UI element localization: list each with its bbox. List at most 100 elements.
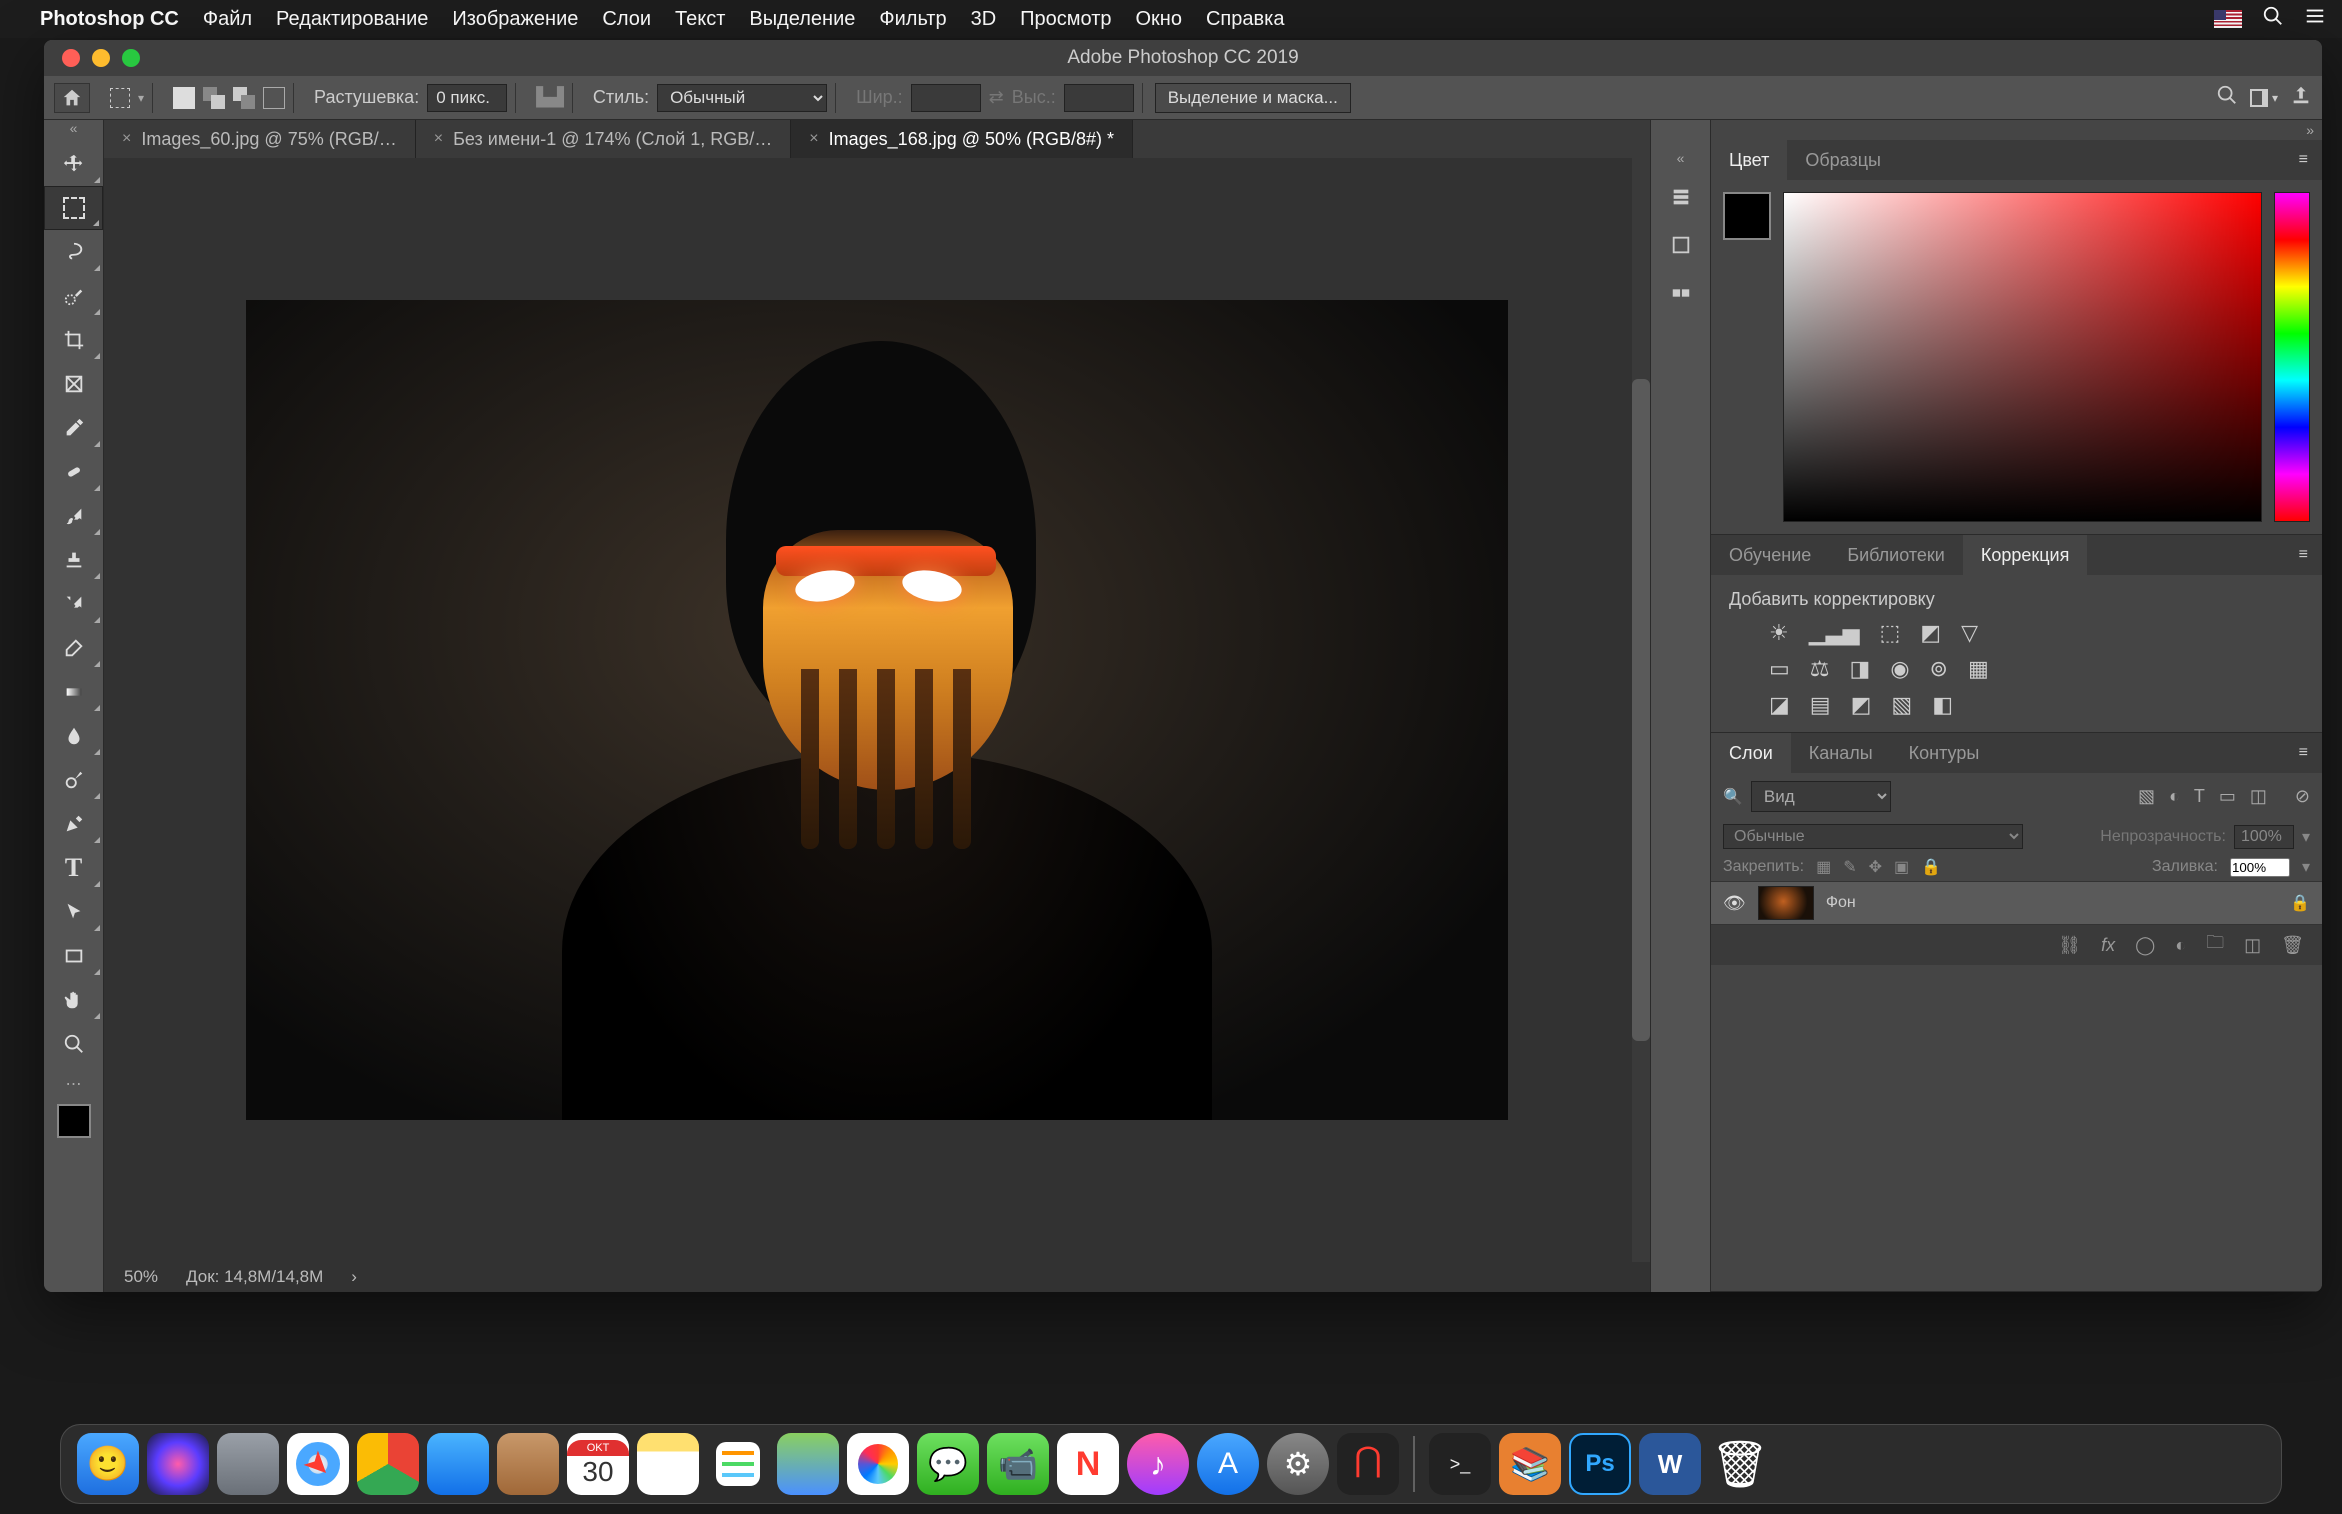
filter-type-icon[interactable]: T xyxy=(2194,786,2205,807)
tool-dodge[interactable] xyxy=(44,758,103,802)
tool-crop[interactable] xyxy=(44,318,103,362)
tool-hand[interactable] xyxy=(44,978,103,1022)
tool-rectangle[interactable] xyxy=(44,934,103,978)
tab-close-icon[interactable]: × xyxy=(809,130,818,148)
filter-adjust-icon[interactable]: ◐ xyxy=(2169,786,2180,807)
dock-app-itunes[interactable]: ♪ xyxy=(1127,1433,1189,1495)
dock-app-chrome[interactable] xyxy=(357,1433,419,1495)
dock-app-news[interactable]: N xyxy=(1057,1433,1119,1495)
tool-quick-select[interactable] xyxy=(44,274,103,318)
dock-app-magnet[interactable]: ⋃ xyxy=(1337,1433,1399,1495)
workspace-icon[interactable]: ▾ xyxy=(2250,89,2278,107)
opacity-input[interactable] xyxy=(2234,825,2294,849)
dock-app-photoshop[interactable]: Ps xyxy=(1569,1433,1631,1495)
layer-name[interactable]: Фон xyxy=(1826,894,1856,912)
menu-window[interactable]: Окно xyxy=(1136,8,1182,31)
doc-tab-1[interactable]: ×Без имени-1 @ 174% (Слой 1, RGB/… xyxy=(416,120,792,158)
adj-levels-icon[interactable]: ▁▃▅ xyxy=(1809,620,1860,646)
lock-position-icon[interactable]: ✥ xyxy=(1869,857,1882,877)
dock-app-books[interactable]: 📚 xyxy=(1499,1433,1561,1495)
share-icon[interactable] xyxy=(2290,84,2312,111)
menu-edit[interactable]: Редактирование xyxy=(276,8,428,31)
adj-curves-icon[interactable]: ⬚ xyxy=(1880,620,1901,646)
tool-zoom[interactable] xyxy=(44,1022,103,1066)
dock-app-terminal[interactable]: >_ xyxy=(1429,1433,1491,1495)
marquee-preset-icon[interactable] xyxy=(110,88,130,108)
blend-mode-select[interactable]: Обычные xyxy=(1723,824,2023,849)
filter-shape-icon[interactable]: ▭ xyxy=(2219,786,2236,807)
panel-tab-swatches[interactable]: Образцы xyxy=(1787,140,1899,180)
layer-lock-icon[interactable]: 🔒 xyxy=(2290,893,2310,913)
panel-tab-adjustments[interactable]: Коррекция xyxy=(1963,535,2088,575)
panels-collapse-icon[interactable]: » xyxy=(1711,120,2322,140)
doc-tab-0[interactable]: ×Images_60.jpg @ 75% (RGB/… xyxy=(104,120,416,158)
zoom-level[interactable]: 50% xyxy=(124,1267,158,1287)
filter-smart-icon[interactable]: ◫ xyxy=(2250,786,2267,807)
select-and-mask-button[interactable]: Выделение и маска... xyxy=(1155,83,1351,113)
control-center-icon[interactable] xyxy=(2304,5,2326,33)
menu-text[interactable]: Текст xyxy=(675,8,725,31)
panel-tab-color[interactable]: Цвет xyxy=(1711,140,1787,180)
dock-app-finder[interactable]: 🙂 xyxy=(77,1433,139,1495)
tool-marquee[interactable] xyxy=(44,186,103,230)
fill-input[interactable] xyxy=(2230,858,2290,877)
dock-app-calendar[interactable]: OKT30 xyxy=(567,1433,629,1495)
app-name[interactable]: Photoshop CC xyxy=(40,8,179,31)
adj-channel-mixer-icon[interactable]: ⊚ xyxy=(1930,656,1948,682)
macos-menubar[interactable]: Photoshop CC Файл Редактирование Изображ… xyxy=(0,0,2342,38)
tool-eyedropper[interactable] xyxy=(44,406,103,450)
dock-app-appstore[interactable]: A xyxy=(1197,1433,1259,1495)
layer-filter-select[interactable]: Вид xyxy=(1751,781,1891,812)
adj-vibrance-icon[interactable]: ▽ xyxy=(1961,620,1978,646)
panel-tab-learn[interactable]: Обучение xyxy=(1711,535,1829,575)
dock-app-launchpad[interactable] xyxy=(217,1433,279,1495)
panel-tab-channels[interactable]: Каналы xyxy=(1791,733,1891,773)
tool-gradient[interactable] xyxy=(44,670,103,714)
dock-app-trash[interactable]: 🗑 xyxy=(1709,1433,1771,1495)
dock-app-facetime[interactable]: 📹 xyxy=(987,1433,1049,1495)
style-select[interactable]: Обычный xyxy=(657,84,827,112)
delete-layer-icon[interactable]: 🗑 xyxy=(2281,935,2304,956)
color-field[interactable] xyxy=(1783,192,2262,522)
layer-visibility-icon[interactable]: 👁 xyxy=(1723,893,1746,914)
adj-brightness-icon[interactable]: ☀ xyxy=(1769,620,1789,646)
tool-pen[interactable] xyxy=(44,802,103,846)
menu-help[interactable]: Справка xyxy=(1206,8,1284,31)
link-layers-icon[interactable]: ⛓ xyxy=(2058,935,2081,956)
panel-tab-layers[interactable]: Слои xyxy=(1711,733,1791,773)
adj-hue-icon[interactable]: ▭ xyxy=(1769,656,1790,682)
spotlight-icon[interactable] xyxy=(2262,5,2284,33)
filter-toggle-icon[interactable]: ⊘ xyxy=(2295,786,2310,807)
titlebar[interactable]: Adobe Photoshop CC 2019 xyxy=(44,40,2322,76)
antialias-icon[interactable]: ▙▟ xyxy=(536,87,564,108)
adj-selective-icon[interactable]: ◧ xyxy=(1932,692,1953,718)
tab-close-icon[interactable]: × xyxy=(434,130,443,148)
canvas[interactable] xyxy=(246,300,1508,1120)
panel-expand-icon[interactable]: « xyxy=(1677,150,1685,166)
doc-size[interactable]: Док: 14,8M/14,8M xyxy=(186,1267,323,1287)
dock-app-siri[interactable] xyxy=(147,1433,209,1495)
layer-row[interactable]: 👁 Фон 🔒 xyxy=(1711,881,2322,925)
dock-app-word[interactable]: W xyxy=(1639,1433,1701,1495)
menu-file[interactable]: Файл xyxy=(203,8,252,31)
dock-app-settings[interactable]: ⚙ xyxy=(1267,1433,1329,1495)
menu-view[interactable]: Просмотр xyxy=(1020,8,1111,31)
adj-balance-icon[interactable]: ⚖ xyxy=(1810,656,1830,682)
dock-app-reminders[interactable] xyxy=(707,1433,769,1495)
adj-lut-icon[interactable]: ▦ xyxy=(1968,656,1989,682)
dock-app-maps[interactable] xyxy=(777,1433,839,1495)
dock-app-mail[interactable] xyxy=(427,1433,489,1495)
doc-tab-2[interactable]: ×Images_168.jpg @ 50% (RGB/8#) * xyxy=(791,120,1133,158)
tool-stamp[interactable] xyxy=(44,538,103,582)
vertical-scrollbar[interactable] xyxy=(1632,158,1650,1262)
macos-dock[interactable]: 🙂➤OKT30💬📹N♪A⚙⋃>_📚PsW🗑 xyxy=(60,1424,2282,1504)
menu-filter[interactable]: Фильтр xyxy=(879,8,946,31)
panel-menu-icon[interactable]: ≡ xyxy=(2285,140,2322,180)
adj-threshold-icon[interactable]: ◩ xyxy=(1851,692,1872,718)
menu-3d[interactable]: 3D xyxy=(971,8,997,31)
status-chevron-icon[interactable]: › xyxy=(351,1267,357,1287)
selection-intersect-icon[interactable] xyxy=(263,87,285,109)
hue-slider[interactable] xyxy=(2274,192,2310,522)
panel-menu-icon[interactable]: ≡ xyxy=(2285,535,2322,575)
filter-pixel-icon[interactable]: ▧ xyxy=(2138,786,2155,807)
